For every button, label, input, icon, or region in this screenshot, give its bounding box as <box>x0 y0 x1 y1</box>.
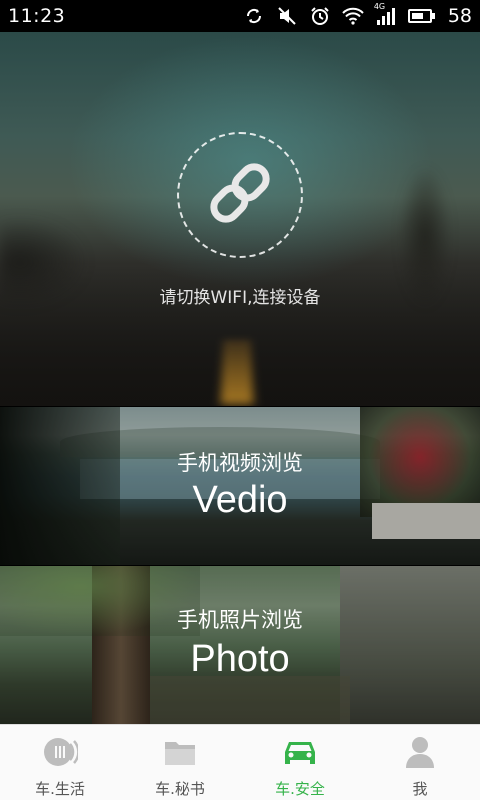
folder-icon <box>160 735 200 769</box>
battery-percentage: 58 <box>447 5 472 27</box>
network-type-label: 4G <box>373 2 386 11</box>
road-center-line <box>220 339 254 405</box>
tab-me[interactable]: 我 <box>360 725 480 800</box>
alarm-icon <box>308 5 332 27</box>
tab-car-safety-label: 车.安全 <box>275 780 325 798</box>
tab-car-safety[interactable]: 车.安全 <box>240 725 360 800</box>
tab-car-secretary[interactable]: 车.秘书 <box>120 725 240 800</box>
person-icon <box>400 735 440 769</box>
status-time: 11:23 <box>8 5 66 27</box>
connect-hint: 请切换WIFI,连接设备 <box>159 288 321 308</box>
battery-icon <box>407 5 437 27</box>
car-icon <box>280 735 320 769</box>
mute-icon <box>275 5 299 27</box>
status-icons: 4G 58 <box>242 2 472 27</box>
bottom-tab-bar: 车.生活 车.秘书 车.安全 我 <box>0 724 480 800</box>
connect-hero: 请切换WIFI,连接设备 <box>0 32 480 406</box>
photo-browse-card[interactable]: 手机照片浏览 Photo <box>0 566 480 724</box>
video-card-subtitle: Vedio <box>192 479 288 521</box>
link-icon <box>200 153 280 237</box>
video-card-title: 手机视频浏览 <box>177 451 303 475</box>
car-life-icon <box>40 735 80 769</box>
status-bar: 11:23 4G 58 <box>0 0 480 32</box>
tab-car-life[interactable]: 车.生活 <box>0 725 120 800</box>
sync-icon <box>242 5 266 27</box>
cell-signal-icon: 4G <box>373 2 398 27</box>
connect-device-button[interactable] <box>177 132 303 258</box>
tab-car-secretary-label: 车.秘书 <box>155 780 205 798</box>
wifi-icon <box>341 5 365 27</box>
photo-card-subtitle: Photo <box>190 638 290 680</box>
tab-me-label: 我 <box>412 780 428 798</box>
photo-card-title: 手机照片浏览 <box>177 608 303 632</box>
video-browse-card[interactable]: 手机视频浏览 Vedio <box>0 407 480 565</box>
tab-car-life-label: 车.生活 <box>35 780 85 798</box>
